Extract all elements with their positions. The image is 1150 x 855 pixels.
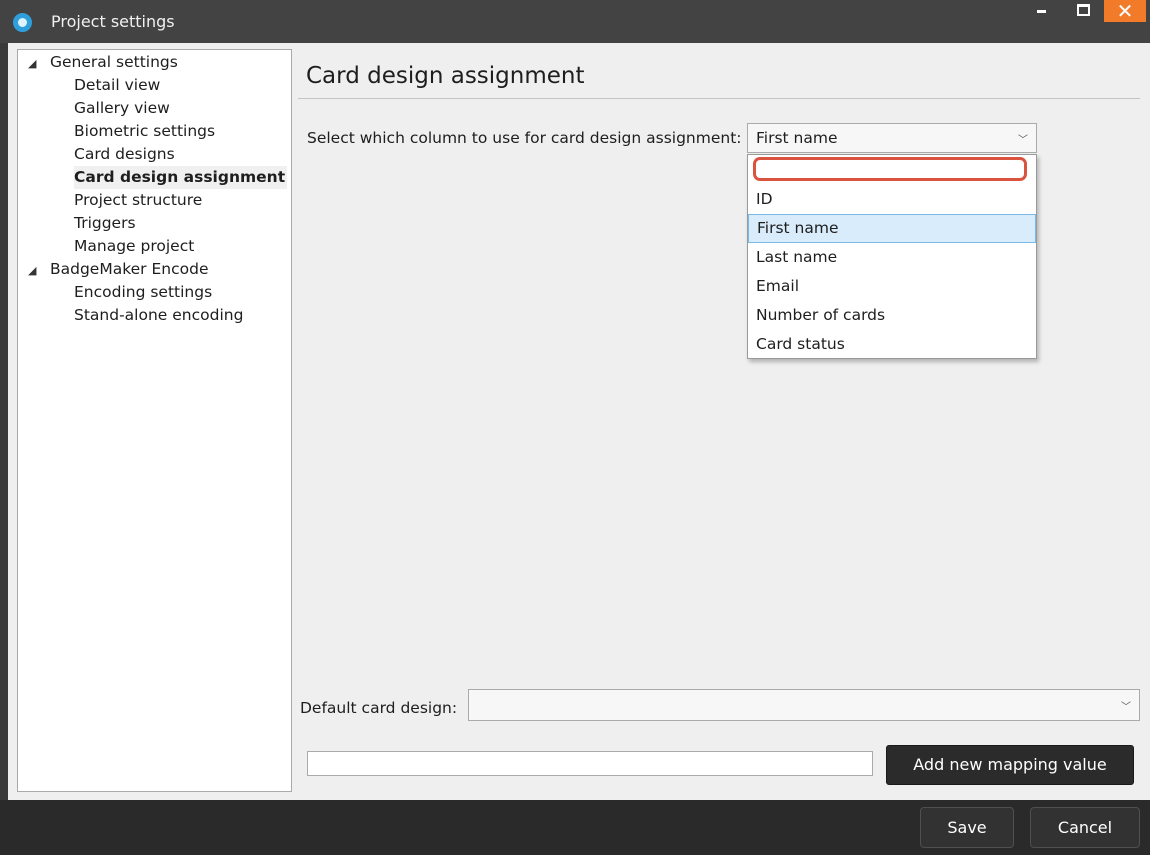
dropdown-filter-input[interactable] [753, 157, 1027, 181]
column-dropdown-list: ID First name Last name Email Number of … [747, 154, 1037, 359]
dropdown-option-id[interactable]: ID [748, 185, 1036, 214]
tree-item-project-structure[interactable]: Project structure [74, 189, 202, 212]
default-card-design-combobox[interactable]: ﹀ [468, 689, 1140, 721]
dialog-footer: Save Cancel [0, 800, 1150, 855]
save-button[interactable]: Save [920, 807, 1014, 848]
dropdown-option-number-of-cards[interactable]: Number of cards [748, 301, 1036, 330]
dropdown-option-email[interactable]: Email [748, 272, 1036, 301]
tree-item-detail-view[interactable]: Detail view [74, 74, 160, 97]
tree-item-triggers[interactable]: Triggers [74, 212, 136, 235]
add-mapping-value-button[interactable]: Add new mapping value [886, 745, 1134, 785]
mapping-value-input[interactable] [307, 751, 873, 776]
tree-item-biometric-settings[interactable]: Biometric settings [74, 120, 215, 143]
cancel-button[interactable]: Cancel [1030, 807, 1140, 848]
page-title: Card design assignment [306, 63, 585, 89]
heading-divider [298, 98, 1140, 99]
tree-item-card-design-assignment[interactable]: Card design assignment [74, 166, 288, 189]
title-bar: Project settings ✕ [0, 0, 1150, 43]
tree-group-badgemaker-encode[interactable]: ◢ BadgeMaker Encode [28, 258, 208, 281]
chevron-down-icon: ﹀ [1018, 135, 1028, 146]
chevron-down-icon: ﹀ [1121, 702, 1131, 713]
app-logo-icon [13, 13, 32, 32]
settings-tree: ◢ General settings Detail view Gallery vi… [17, 49, 292, 792]
column-select-value: First name [756, 129, 838, 147]
dropdown-option-last-name[interactable]: Last name [748, 243, 1036, 272]
window-title: Project settings [51, 12, 175, 31]
tree-item-card-designs[interactable]: Card designs [74, 143, 175, 166]
minimize-button[interactable] [1026, 0, 1060, 22]
column-select-label: Select which column to use for card desi… [307, 129, 742, 147]
tree-item-encoding-settings[interactable]: Encoding settings [74, 281, 212, 304]
client-area: ◢ General settings Detail view Gallery vi… [8, 43, 1150, 800]
default-card-design-label: Default card design: [300, 699, 458, 717]
collapse-arrow-icon[interactable]: ◢ [28, 259, 50, 282]
tree-item-stand-alone-encoding[interactable]: Stand-alone encoding [74, 304, 243, 327]
tree-item-manage-project[interactable]: Manage project [74, 235, 194, 258]
column-select-combobox[interactable]: First name ﹀ [747, 123, 1037, 153]
tree-item-gallery-view[interactable]: Gallery view [74, 97, 170, 120]
collapse-arrow-icon[interactable]: ◢ [28, 52, 50, 75]
dropdown-option-card-status[interactable]: Card status [748, 330, 1036, 359]
close-button[interactable]: ✕ [1104, 0, 1146, 22]
maximize-button[interactable] [1066, 0, 1100, 22]
dropdown-option-first-name[interactable]: First name [748, 214, 1036, 243]
tree-group-general-settings[interactable]: ◢ General settings [28, 51, 178, 74]
